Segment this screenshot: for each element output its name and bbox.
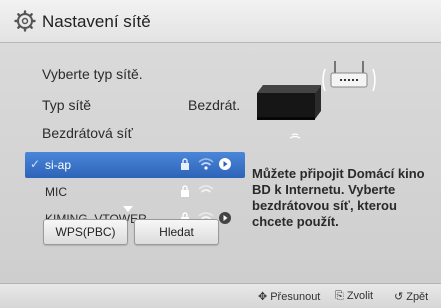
page-title: Nastavení sítě <box>42 12 151 31</box>
network-name: MIC <box>45 185 67 199</box>
network-type-value[interactable]: Bezdrát. <box>188 97 240 113</box>
wps-pbc-button[interactable]: WPS(PBC) <box>43 219 128 245</box>
footer-bar: ✥ Přesunout ⎘ Zvolit ↺ Zpět <box>0 283 441 308</box>
return-icon: ↺ <box>394 291 404 303</box>
footer-back: ↺ Zpět <box>394 291 429 303</box>
wireless-network-label: Bezdrátová síť <box>42 125 133 141</box>
router-icon <box>322 61 376 92</box>
wifi-signal-icon <box>198 158 214 170</box>
enter-icon: ⎘ <box>335 290 344 302</box>
home-theater-player-icon <box>257 85 321 120</box>
description-text: Můžete připojit Domácí kino BD k Interne… <box>252 166 425 229</box>
lock-icon <box>181 158 189 170</box>
network-type-prompt: Vyberte typ sítě. <box>42 66 143 82</box>
footer-select: ⎘ Zvolit <box>335 290 374 302</box>
header-bar: Nastavení sítě <box>0 0 441 43</box>
dpad-icon: ✥ <box>258 291 268 303</box>
right-arrow-icon <box>219 212 231 224</box>
network-name: si-ap <box>45 158 72 172</box>
network-type-label: Typ sítě <box>42 97 92 113</box>
lock-icon <box>181 185 189 197</box>
network-row-si-ap[interactable]: ✓ si-ap <box>25 152 245 178</box>
scroll-down-icon[interactable] <box>123 206 133 212</box>
router-connection-illustration <box>257 61 376 139</box>
wifi-signal-icon <box>198 185 214 193</box>
network-settings-screen: Nastavení sítě Vyberte typ sítě. Typ sít… <box>0 0 441 308</box>
footer-move: ✥ Přesunout <box>258 291 321 303</box>
network-row-mic[interactable]: MIC <box>25 179 245 205</box>
right-arrow-icon <box>219 158 231 170</box>
checkmark-icon: ✓ <box>30 157 41 171</box>
wifi-waves-icon <box>289 133 301 139</box>
search-button[interactable]: Hledat <box>134 219 219 245</box>
gear-icon <box>14 10 36 32</box>
